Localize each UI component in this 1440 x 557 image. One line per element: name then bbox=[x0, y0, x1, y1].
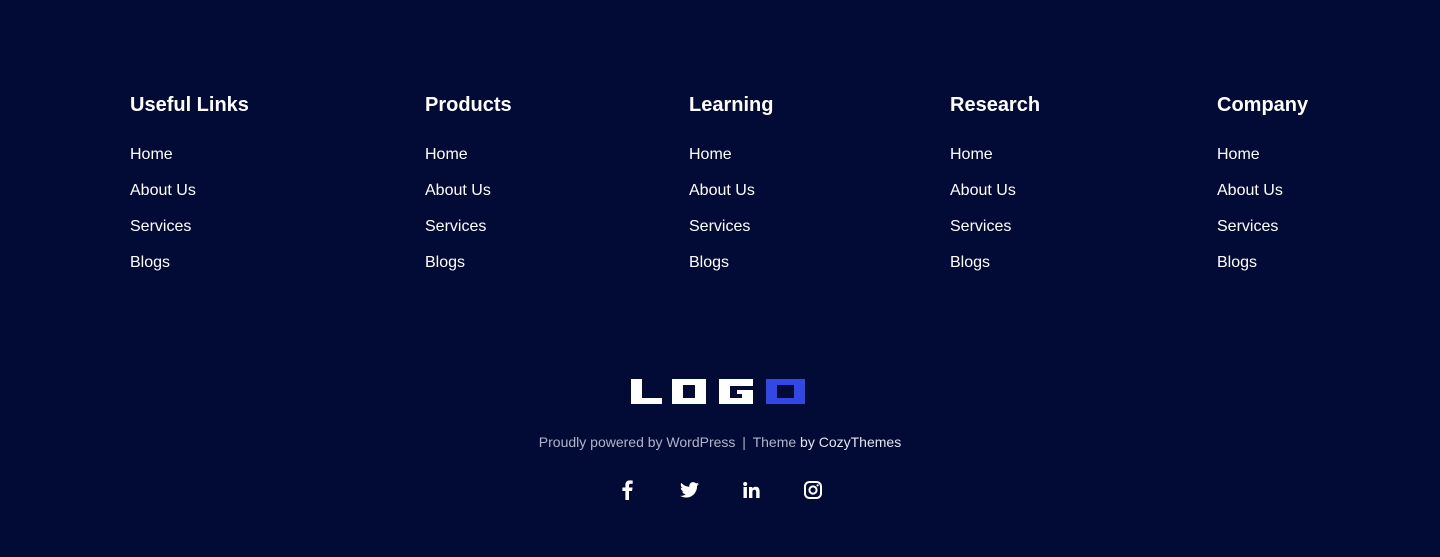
site-footer: Useful Links Home About Us Services Blog… bbox=[0, 0, 1440, 557]
footer-link-about-us[interactable]: About Us bbox=[1217, 182, 1283, 199]
footer-link-blogs[interactable]: Blogs bbox=[689, 254, 729, 271]
list-item: About Us bbox=[950, 181, 1040, 217]
list-item: Home bbox=[950, 145, 1040, 181]
footer-credit: Proudly powered by WordPress | Theme by … bbox=[0, 432, 1440, 452]
list-item: Services bbox=[689, 217, 773, 253]
link-list: Home About Us Services Blogs bbox=[425, 145, 512, 289]
footer-link-about-us[interactable]: About Us bbox=[950, 182, 1016, 199]
list-item: Home bbox=[689, 145, 773, 181]
list-item: Services bbox=[130, 217, 249, 253]
footer-link-home[interactable]: Home bbox=[425, 146, 468, 163]
column-title: Useful Links bbox=[130, 94, 249, 116]
list-item: Home bbox=[1217, 145, 1308, 181]
footer-link-blogs[interactable]: Blogs bbox=[425, 254, 465, 271]
footer-column-learning: Learning Home About Us Services Blogs bbox=[689, 92, 773, 289]
twitter-link[interactable] bbox=[677, 478, 701, 502]
social-links bbox=[612, 478, 828, 502]
footer-link-about-us[interactable]: About Us bbox=[130, 182, 196, 199]
footer-link-services[interactable]: Services bbox=[950, 218, 1011, 235]
site-logo[interactable] bbox=[631, 379, 805, 404]
list-item: About Us bbox=[689, 181, 773, 217]
footer-column-products: Products Home About Us Services Blogs bbox=[425, 92, 512, 289]
footer-link-blogs[interactable]: Blogs bbox=[130, 254, 170, 271]
footer-link-about-us[interactable]: About Us bbox=[689, 182, 755, 199]
column-title: Learning bbox=[689, 94, 774, 116]
list-item: Blogs bbox=[425, 253, 512, 289]
list-item: About Us bbox=[130, 181, 249, 217]
wordpress-link[interactable]: Proudly powered by WordPress bbox=[539, 434, 736, 450]
twitter-icon bbox=[679, 482, 699, 498]
list-item: Blogs bbox=[1217, 253, 1308, 289]
instagram-icon bbox=[804, 481, 822, 499]
footer-column-research: Research Home About Us Services Blogs bbox=[950, 92, 1040, 289]
column-title: Products bbox=[425, 94, 512, 116]
footer-column-company: Company Home About Us Services Blogs bbox=[1217, 92, 1308, 289]
list-item: About Us bbox=[1217, 181, 1308, 217]
footer-link-services[interactable]: Services bbox=[689, 218, 750, 235]
list-item: Services bbox=[1217, 217, 1308, 253]
footer-link-blogs[interactable]: Blogs bbox=[950, 254, 990, 271]
list-item: Home bbox=[425, 145, 512, 181]
instagram-link[interactable] bbox=[801, 478, 825, 502]
cozythemes-link[interactable]: by CozyThemes bbox=[800, 434, 901, 450]
footer-link-home[interactable]: Home bbox=[1217, 146, 1260, 163]
footer-column-useful-links: Useful Links Home About Us Services Blog… bbox=[130, 92, 249, 289]
footer-link-home[interactable]: Home bbox=[130, 146, 173, 163]
list-item: Services bbox=[950, 217, 1040, 253]
list-item: Home bbox=[130, 145, 249, 181]
facebook-icon bbox=[622, 480, 633, 500]
link-list: Home About Us Services Blogs bbox=[689, 145, 773, 289]
footer-link-services[interactable]: Services bbox=[1217, 218, 1278, 235]
footer-link-home[interactable]: Home bbox=[689, 146, 732, 163]
list-item: About Us bbox=[425, 181, 512, 217]
column-title: Company bbox=[1217, 94, 1309, 116]
link-list: Home About Us Services Blogs bbox=[1217, 145, 1308, 289]
footer-link-services[interactable]: Services bbox=[130, 218, 191, 235]
link-list: Home About Us Services Blogs bbox=[130, 145, 249, 289]
linkedin-link[interactable] bbox=[739, 478, 763, 502]
list-item: Blogs bbox=[689, 253, 773, 289]
list-item: Blogs bbox=[950, 253, 1040, 289]
theme-label: Theme bbox=[752, 434, 797, 450]
footer-link-services[interactable]: Services bbox=[425, 218, 486, 235]
link-list: Home About Us Services Blogs bbox=[950, 145, 1040, 289]
facebook-link[interactable] bbox=[615, 478, 639, 502]
column-title: Research bbox=[950, 94, 1041, 116]
footer-link-blogs[interactable]: Blogs bbox=[1217, 254, 1257, 271]
footer-link-home[interactable]: Home bbox=[950, 146, 993, 163]
list-item: Blogs bbox=[130, 253, 249, 289]
logo-wordmark bbox=[631, 379, 805, 404]
list-item: Services bbox=[425, 217, 512, 253]
linkedin-icon bbox=[742, 482, 760, 498]
footer-link-about-us[interactable]: About Us bbox=[425, 182, 491, 199]
credit-separator: | bbox=[742, 434, 746, 450]
